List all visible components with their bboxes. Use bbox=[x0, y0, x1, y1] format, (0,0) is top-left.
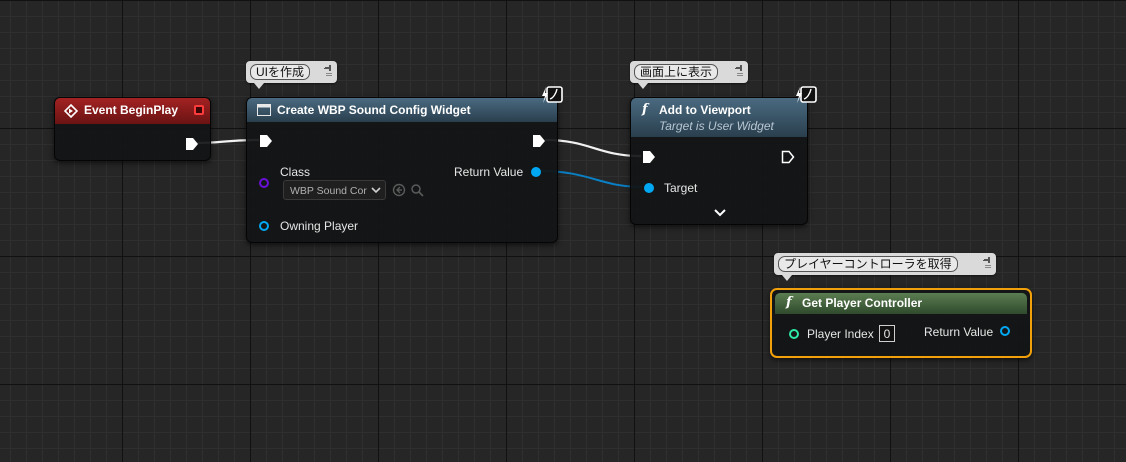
event-begin-play-node[interactable]: Event BeginPlay bbox=[54, 97, 211, 161]
player-index-input[interactable]: 0 bbox=[879, 325, 895, 342]
get-player-controller-title: Get Player Controller bbox=[802, 296, 923, 310]
pin-comment-icon[interactable] bbox=[983, 255, 993, 271]
owning-player-label: Owning Player bbox=[280, 219, 359, 233]
create-widget-header[interactable]: Create WBP Sound Config Widget bbox=[247, 98, 557, 122]
exec-wire-create-to-viewport bbox=[544, 138, 642, 158]
exec-out-pin[interactable] bbox=[781, 150, 795, 164]
add-to-viewport-title: Add to Viewport bbox=[659, 103, 751, 117]
chevron-down-icon bbox=[371, 187, 381, 194]
add-to-viewport-comment[interactable]: 画面上に表示 bbox=[630, 61, 748, 89]
target-label: Target bbox=[664, 181, 698, 195]
widget-window-icon bbox=[257, 104, 271, 116]
event-diamond-icon bbox=[63, 103, 79, 119]
owning-player-pin[interactable] bbox=[259, 221, 269, 231]
function-icon: f bbox=[786, 295, 792, 310]
browse-search-icon[interactable] bbox=[410, 183, 424, 197]
class-select-dropdown[interactable]: WBP Sound Cor bbox=[283, 180, 386, 200]
create-widget-comment-text: UIを作成 bbox=[250, 64, 311, 80]
get-player-controller-comment[interactable]: プレイヤーコントローラを取得 bbox=[774, 253, 996, 281]
use-selected-asset-icon[interactable] bbox=[392, 183, 406, 197]
wire-layer bbox=[196, 138, 643, 188]
target-pin[interactable] bbox=[644, 183, 654, 193]
latent-action-monitor-icon bbox=[796, 86, 817, 103]
add-to-viewport-node[interactable]: f Add to Viewport Target is User Widget … bbox=[630, 97, 808, 225]
exec-in-pin[interactable] bbox=[259, 134, 273, 148]
add-to-viewport-header[interactable]: f Add to Viewport Target is User Widget bbox=[631, 98, 807, 137]
function-icon: f bbox=[642, 102, 648, 117]
output-delegate-pin-icon[interactable] bbox=[194, 105, 204, 115]
return-value-label: Return Value bbox=[924, 325, 994, 339]
exec-out-pin[interactable] bbox=[532, 134, 546, 148]
create-widget-node[interactable]: Create WBP Sound Config Widget Class WBP… bbox=[246, 97, 558, 243]
add-to-viewport-subtitle: Target is User Widget bbox=[659, 119, 774, 133]
exec-in-pin[interactable] bbox=[642, 150, 656, 164]
class-select-value: WBP Sound Cor bbox=[290, 185, 367, 197]
pin-comment-icon[interactable] bbox=[735, 63, 745, 79]
class-pin[interactable] bbox=[259, 178, 269, 188]
event-begin-play-header[interactable]: Event BeginPlay bbox=[55, 98, 210, 124]
create-widget-comment[interactable]: UIを作成 bbox=[246, 61, 337, 89]
player-index-pin[interactable] bbox=[789, 329, 799, 339]
player-index-value: 0 bbox=[883, 327, 891, 341]
get-player-controller-node[interactable]: f Get Player Controller Player Index 0 R… bbox=[770, 288, 1032, 358]
get-player-controller-header[interactable]: f Get Player Controller bbox=[775, 293, 1027, 314]
return-value-label: Return Value bbox=[454, 165, 524, 179]
pin-comment-icon[interactable] bbox=[324, 63, 334, 79]
player-index-label: Player Index bbox=[807, 327, 874, 341]
return-value-pin[interactable] bbox=[531, 167, 541, 177]
add-to-viewport-comment-text: 画面上に表示 bbox=[634, 64, 719, 80]
create-widget-title: Create WBP Sound Config Widget bbox=[277, 103, 471, 117]
expand-advanced-chevron-icon[interactable] bbox=[714, 208, 726, 218]
exec-out-pin[interactable] bbox=[185, 137, 199, 151]
latent-action-monitor-icon bbox=[542, 86, 563, 103]
get-player-controller-comment-text: プレイヤーコントローラを取得 bbox=[778, 256, 958, 272]
event-begin-play-title: Event BeginPlay bbox=[84, 103, 179, 117]
class-pin-label: Class bbox=[280, 165, 311, 179]
return-value-pin[interactable] bbox=[1000, 326, 1010, 336]
